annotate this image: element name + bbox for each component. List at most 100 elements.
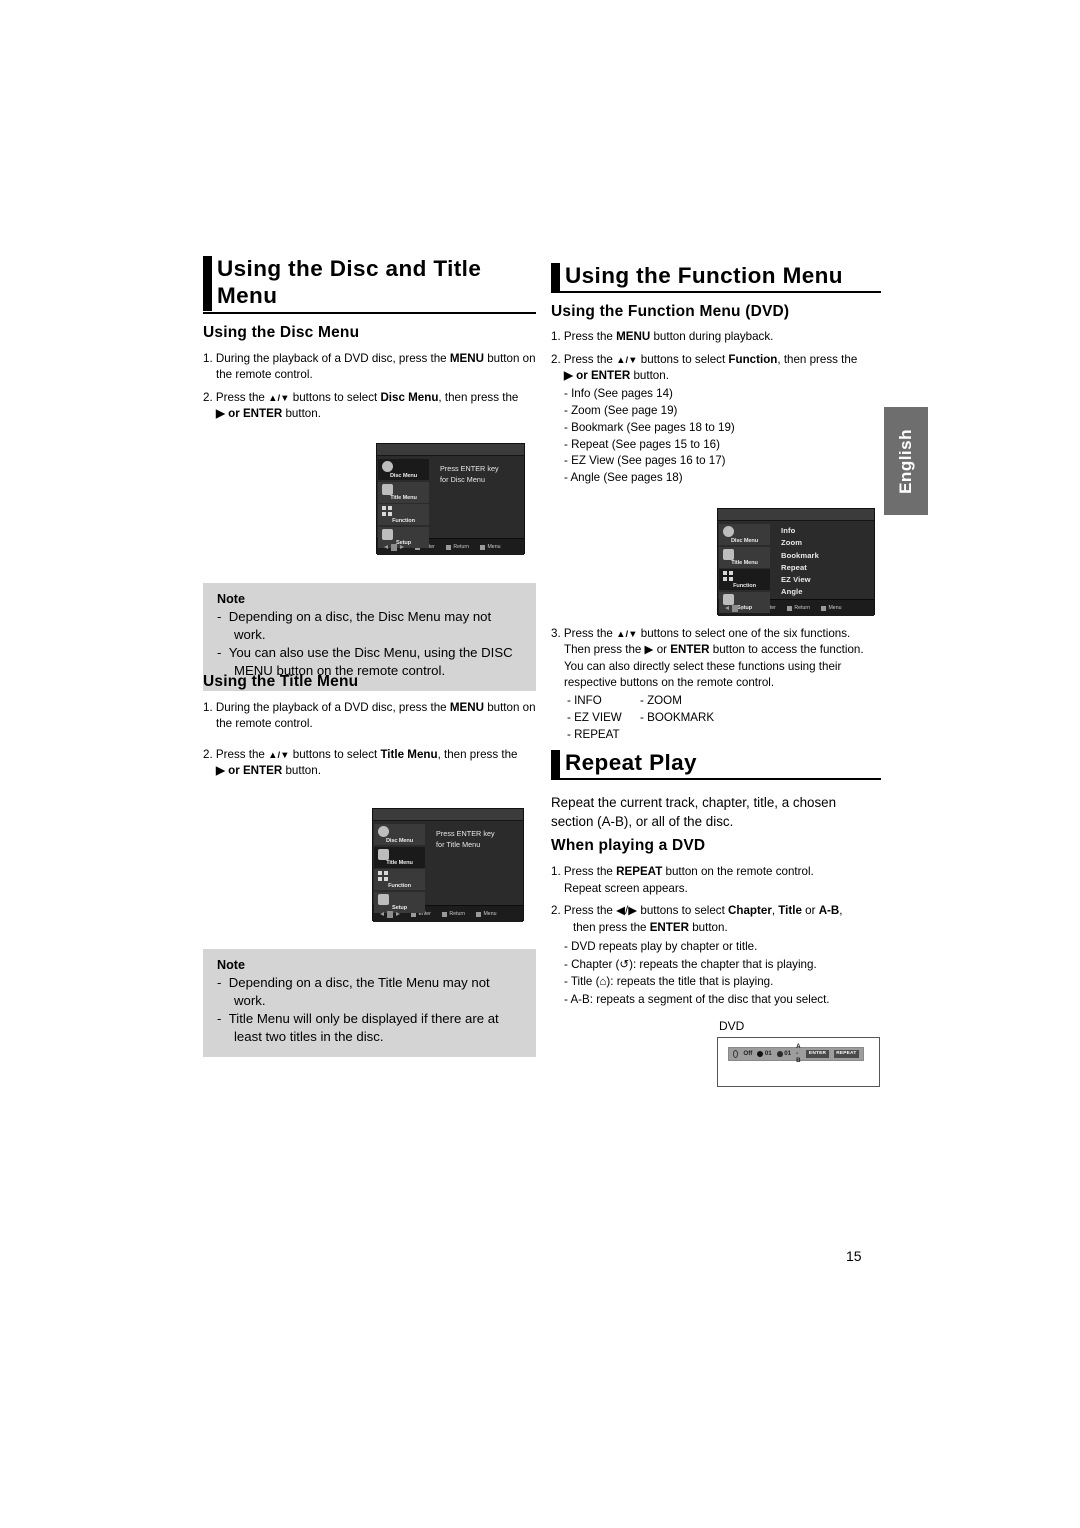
step-bold-menu: MENU [449, 351, 484, 365]
step-num: 1. [203, 351, 213, 365]
function-menu-step-2-cont: ▶ or ENTER button. [564, 368, 881, 384]
step-num: 1. [551, 865, 561, 879]
screen-sidebar-label: Title Menu [386, 860, 413, 866]
step3-line2: Then press the ▶ or ENTER button to acce… [564, 642, 881, 658]
step-bold-disc-menu: Disc Menu [380, 390, 439, 404]
step-text-a: Press the ◀/▶ buttons to select [563, 904, 729, 918]
key-square-icon [786, 605, 792, 611]
function-menu-step-1: 1. Press the MENU button during playback… [551, 330, 774, 344]
disc-icon [723, 526, 734, 537]
step-text-e: then press the [573, 920, 650, 934]
screen-content-line: for Title Menu [436, 839, 481, 849]
screen-menu-item-angle: Angle [781, 587, 803, 597]
screen-key-label: Return [449, 911, 465, 917]
screen-content-line: for Disc Menu [440, 474, 485, 484]
screen-key-label: Menu [828, 605, 842, 611]
step-num: 3. [551, 627, 561, 640]
osd-button-repeat: REPEAT [833, 1049, 859, 1058]
note-item: - Depending on a disc, the Disc Menu may… [217, 609, 492, 642]
screen-menu-item-bookmark: Bookmark [781, 550, 819, 560]
function-list-item: - Zoom (See page 19) [564, 403, 678, 417]
step-bold-enter: ▶ or ENTER [564, 369, 631, 383]
screen-key-label: Menu [483, 911, 497, 917]
screen-body: Disc Menu Title Menu Function Setup Info… [718, 521, 874, 613]
function-icon [723, 571, 734, 582]
screen-body: Disc Menu Title Menu Function Setup Pres… [373, 821, 523, 913]
step3-line3: You can also directly select these funct… [564, 659, 842, 673]
step-text-a: Press the [563, 352, 617, 366]
function-menu-step-2: 2. Press the ▲/▼ buttons to select Funct… [551, 352, 881, 385]
screen-key-menu: Menu [475, 911, 497, 917]
osd-item-off: Off [743, 1050, 752, 1057]
function-list-item: - Bookmark (See pages 18 to 19) [564, 420, 735, 434]
step-text-a: Press the [563, 865, 617, 879]
title-menu-step-2: 2. Press the ▲/▼ buttons to select Title… [203, 747, 536, 780]
function-list-item: - Info (See pages 14) [564, 386, 673, 400]
function-list-item: - EZ View (See pages 16 to 17) [564, 454, 726, 468]
screen-key-return: Return [445, 544, 469, 550]
dpad-icon [725, 603, 745, 614]
disc-icon [382, 461, 393, 472]
note-item-text: Depending on a disc, the Title Menu may … [228, 975, 490, 1008]
osd-item-ab: A - B [796, 1043, 801, 1064]
screen-sidebar-label: Disc Menu [385, 837, 414, 844]
screen-sidebar-item-title-menu: Title Menu [374, 846, 425, 868]
screen-sidebar-item-function: Function [378, 504, 429, 525]
screen-sidebar-item-title-menu: Title Menu [719, 546, 770, 568]
step-text-d: button. [282, 764, 321, 778]
disc-menu-screen-graphic: Disc Menu Title Menu Function Setup Pres… [376, 443, 525, 555]
step-bold-enter: ▶ or ENTER [216, 764, 283, 778]
subheading-when-playing-dvd: When playing a DVD [551, 837, 706, 855]
screen-content-line: Press ENTER key [436, 829, 495, 838]
screen-sidebar-item-function: Function [719, 569, 770, 590]
title-menu-step-1: 1. During the playback of a DVD disc, pr… [203, 700, 536, 733]
note-item: - Depending on a disc, the Title Menu ma… [217, 975, 490, 1008]
screen-key-menu: Menu [820, 605, 842, 611]
step-bold-title: Title [778, 904, 802, 918]
remote-button-zoom: - ZOOM [640, 693, 682, 707]
repeat-mode-icon [733, 1049, 739, 1058]
screen-sidebar-label: Function [388, 882, 411, 889]
repeat-step-1: 1. Press the REPEAT button on the remote… [551, 864, 881, 897]
key-square-icon [445, 544, 451, 550]
remote-button-row: - REPEAT [567, 726, 881, 743]
screen-topbar [377, 444, 524, 456]
osd-item-ab-label: A - B [796, 1043, 801, 1065]
screen-bottombar: Enter Return Menu [377, 538, 524, 555]
repeat-osd-bar: Off 01 01 A - B ENTER REPEAT [728, 1043, 864, 1064]
note-item-text: Title Menu will only be displayed if the… [228, 1011, 499, 1044]
step-text-c: or [801, 904, 819, 918]
screen-sidebar-item-title-menu: Title Menu [378, 481, 429, 503]
up-down-arrow-icon: ▲/▼ [616, 354, 638, 366]
step-text-c: , then press the [777, 352, 858, 366]
screen-sidebar-label: Function [392, 517, 415, 524]
repeat-step-2-cont: then press the ENTER button. [564, 920, 881, 936]
repeat-step-2: 2. Press the ◀/▶ buttons to select Chapt… [551, 903, 881, 936]
function-menu-step-3-block: 3. Press the ▲/▼ buttons to select one o… [551, 626, 881, 743]
step-bold-menu: MENU [449, 701, 484, 714]
title-icon [382, 483, 393, 495]
osd-frame: Off 01 01 A - B ENTER REPEAT [717, 1036, 880, 1087]
osd-item-title: 01 [776, 1050, 791, 1057]
screen-body: Disc Menu Title Menu Function Setup Pres… [377, 456, 524, 548]
osd-item-chapter-label: 01 [764, 1050, 772, 1058]
step-text-b: buttons to select [289, 747, 381, 761]
step-text-c: , then press the [437, 747, 518, 761]
repeat-detail-item-chapter: - Chapter (↺): repeats the chapter that … [564, 957, 817, 971]
screen-function-list: Info Zoom Bookmark Repeat EZ View Angle [772, 521, 874, 599]
screen-sidebar-label: Title Menu [731, 560, 758, 566]
step-bold-menu: MENU [616, 330, 651, 344]
remote-button-info: - INFO [567, 693, 602, 707]
language-side-tab: English [884, 407, 928, 515]
step-num: 1. [203, 701, 213, 714]
screen-content: Press ENTER key for Disc Menu [431, 456, 524, 538]
remote-button-bookmark: - BOOKMARK [640, 710, 715, 724]
section-heading-disc-title-menu: Using the Disc and Title Menu [203, 255, 536, 314]
disc-menu-step-2-cont: ▶ or ENTER button. [216, 406, 536, 422]
step-num: 2. [203, 390, 213, 404]
screen-bottombar: Enter Return Menu [718, 599, 874, 616]
repeat-detail-item: - DVD repeats play by chapter or title. [564, 940, 758, 954]
step-num: 2. [551, 904, 561, 918]
section-heading-repeat-play: Repeat Play [551, 749, 881, 781]
chapter-icon [757, 1050, 764, 1057]
